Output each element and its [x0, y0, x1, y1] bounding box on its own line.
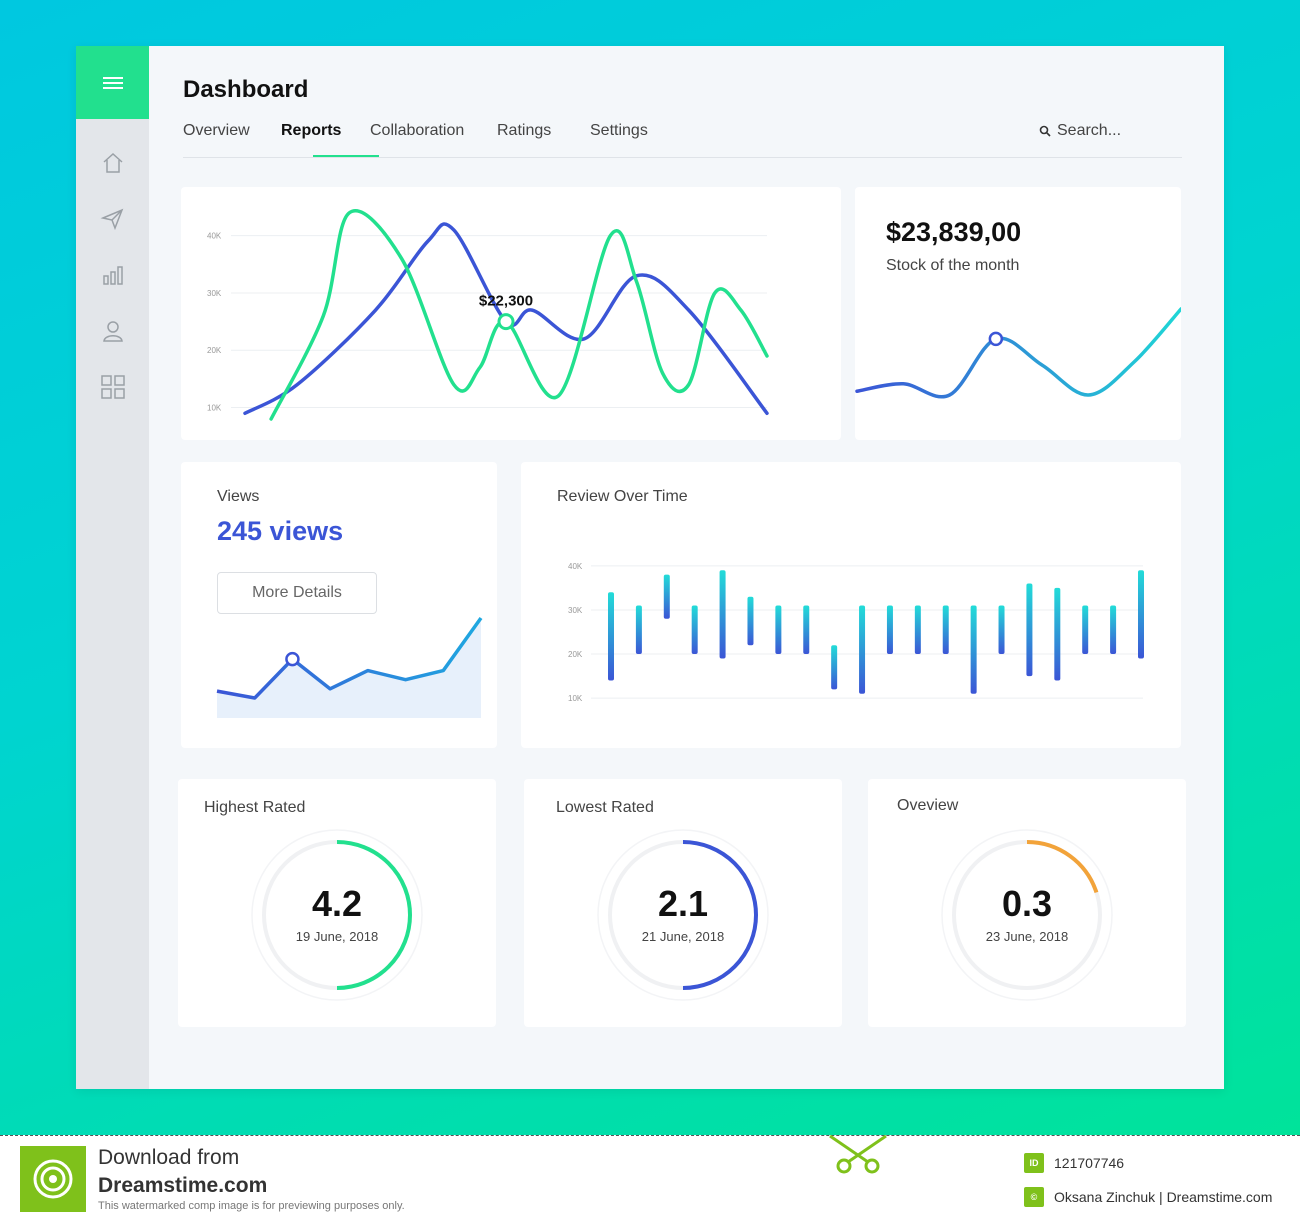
review-bar [970, 605, 977, 694]
views-card: Views 245 views More Details [181, 462, 497, 748]
tabs-divider [183, 157, 1182, 158]
review-bar [886, 605, 893, 655]
review-bar [1138, 570, 1144, 659]
bar-chart-icon [103, 266, 123, 285]
review-bar [803, 605, 810, 655]
send-icon [100, 208, 124, 231]
sidebar-item-user[interactable] [100, 318, 126, 344]
review-bar [747, 596, 754, 646]
review-bar [691, 605, 698, 655]
search-field[interactable]: Search... [1039, 122, 1121, 140]
footer-disclaimer: This watermarked comp image is for previ… [98, 1200, 405, 1212]
stock-card: $23,839,00 Stock of the month [855, 187, 1181, 440]
review-bar [1026, 583, 1033, 677]
y-tick-label: 40K [207, 232, 222, 241]
y-tick-label: 10K [207, 404, 222, 413]
author-badge-icon: © [1024, 1187, 1044, 1207]
review-card: Review Over Time 10K 20K 30K 40K [521, 462, 1181, 748]
review-bar [914, 605, 921, 655]
page-title: Dashboard [183, 76, 309, 103]
views-highlight-point [285, 651, 300, 667]
review-bar [998, 605, 1005, 655]
review-bar [942, 605, 949, 655]
y-tick-label: 40K [568, 562, 583, 571]
search-placeholder: Search... [1057, 122, 1122, 139]
sidebar-item-grid[interactable] [100, 374, 126, 400]
review-bar [775, 605, 782, 655]
review-bar [1082, 605, 1089, 655]
overview-card: Oveview 0.3 23 June, 2018 [868, 779, 1186, 1027]
y-tick-label: 10K [568, 694, 583, 703]
spiral-logo-icon [33, 1159, 73, 1199]
review-bar [663, 574, 670, 619]
y-tick-label: 30K [568, 606, 583, 615]
user-icon [103, 321, 123, 342]
overview-date: 23 June, 2018 [985, 929, 1069, 944]
tab-collaboration[interactable]: Collaboration [370, 122, 464, 140]
review-bar [608, 592, 614, 681]
y-tick-label: 20K [207, 346, 222, 355]
sidebar-item-reports[interactable] [100, 262, 126, 288]
footer-strip: Download from Dreamstime.com This waterm… [0, 1134, 1300, 1225]
review-bar [1110, 605, 1117, 655]
app-window: Dashboard Overview Reports Collaboration… [76, 46, 1224, 1089]
y-tick-label: 20K [568, 650, 583, 659]
dreamstime-logo [20, 1146, 86, 1212]
sidebar-item-home[interactable] [100, 150, 126, 176]
tab-settings[interactable]: Settings [590, 122, 648, 140]
id-badge: ID [1024, 1153, 1044, 1173]
author-credit: Oksana Zinchuk | Dreamstime.com [1054, 1189, 1273, 1205]
views-area-fill [217, 618, 481, 718]
overview-value: 0.3 [1001, 883, 1053, 924]
lowest-rated-card: Lowest Rated 2.1 21 June, 2018 [524, 779, 842, 1027]
footer-download-text: Download from [98, 1146, 240, 1169]
home-icon [103, 152, 123, 173]
menu-button[interactable] [76, 46, 149, 119]
stock-highlight-point [988, 331, 1004, 347]
footer-site-name: Dreamstime.com [98, 1174, 268, 1197]
main-line-chart-card: 10K 20K 30K 40K $22,300 [181, 187, 841, 440]
scissors-icon [829, 1134, 887, 1174]
review-bar [719, 570, 726, 659]
highest-rated-card: Highest Rated 4.2 19 June, 2018 [178, 779, 496, 1027]
highest-rated-value: 4.2 [311, 883, 363, 924]
y-tick-label: 30K [207, 289, 222, 298]
review-bar [831, 645, 838, 690]
main-line-chart: 10K 20K 30K 40K $22,300 [207, 209, 769, 421]
views-area-chart [216, 616, 483, 718]
sidebar-item-send[interactable] [100, 206, 126, 232]
search-icon [1039, 125, 1051, 137]
main-content: Dashboard Overview Reports Collaboration… [149, 46, 1224, 1089]
stock-line [855, 307, 1181, 399]
highlight-label: $22,300 [479, 293, 533, 310]
review-bar [1054, 587, 1061, 681]
tab-reports[interactable]: Reports [281, 122, 341, 140]
lowest-rated-date: 21 June, 2018 [641, 929, 725, 944]
grid-icon [101, 375, 125, 399]
highest-rated-date: 19 June, 2018 [295, 929, 379, 944]
hamburger-menu-icon [102, 76, 123, 89]
sidebar [76, 46, 149, 1089]
highlight-point [497, 313, 515, 331]
review-bar [859, 605, 866, 694]
lowest-rated-value: 2.1 [657, 883, 709, 924]
review-bar-chart: 10K 20K 30K 40K [568, 562, 1144, 703]
tab-ratings[interactable]: Ratings [497, 122, 551, 140]
tab-overview[interactable]: Overview [183, 122, 250, 140]
stock-sparkline [855, 307, 1181, 399]
review-bar [635, 605, 642, 655]
image-id: 121707746 [1054, 1155, 1125, 1171]
